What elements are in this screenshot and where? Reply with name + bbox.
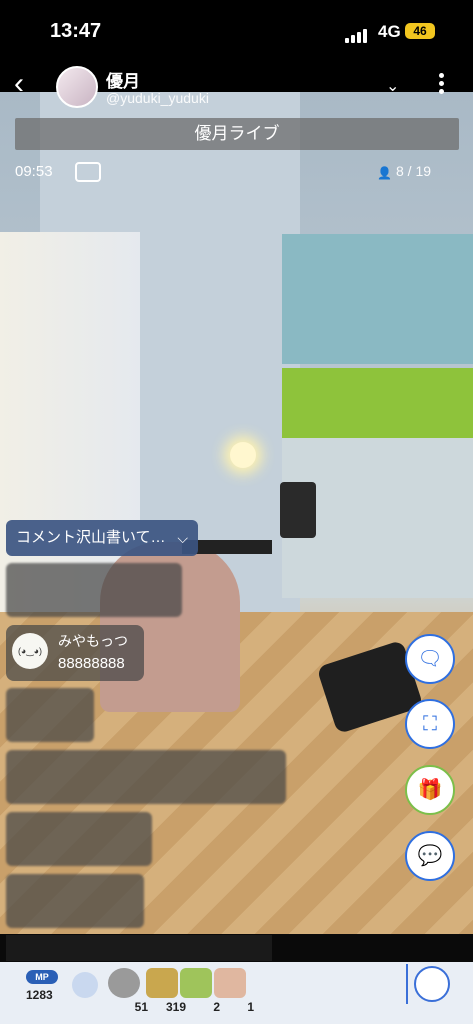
comment-text: 88888888 xyxy=(58,655,125,672)
stamp-button[interactable]: 🗨 xyxy=(405,634,455,684)
capture-icon: ⛶ xyxy=(423,713,437,735)
clock: 13:47 xyxy=(50,20,102,42)
comment-item: (◕‿◕) みやもっつ 88888888 xyxy=(6,625,144,681)
stream-header: ‹ 優月 @yuduki_yuduki ⌄ xyxy=(0,64,473,108)
elapsed-time: 09:53 xyxy=(15,163,53,180)
store-banner xyxy=(282,368,473,438)
chat-icon: 💬 xyxy=(417,845,443,867)
comment-blurred xyxy=(6,563,182,617)
stamp-icon: 🗨 xyxy=(417,648,443,670)
comment-blurred xyxy=(6,874,144,928)
chat-button[interactable]: 💬 xyxy=(405,831,455,881)
comment-blurred xyxy=(6,750,286,804)
live-video xyxy=(0,92,473,934)
viewer-icon: 👤 xyxy=(377,166,392,180)
speaker xyxy=(280,482,316,538)
chevron-down-icon[interactable]: ⌵ xyxy=(177,520,188,556)
mp-badge: MP xyxy=(26,970,58,984)
gift-bar: MP 1283 51 319 2 1 xyxy=(0,962,473,1024)
mp-count: 1283 xyxy=(26,988,53,1002)
back-icon[interactable]: ‹ xyxy=(14,69,44,100)
gift-icon: 🎁 xyxy=(417,779,443,801)
coin-icon[interactable] xyxy=(414,966,450,1002)
gift-item[interactable]: 1 xyxy=(210,968,254,1014)
comment-blurred xyxy=(6,812,152,866)
network-type: 4G xyxy=(378,22,401,41)
gift-count: 1 xyxy=(247,1000,254,1014)
chevron-down-icon[interactable]: ⌄ xyxy=(386,76,399,96)
comment-icon[interactable] xyxy=(75,162,101,182)
more-icon[interactable] xyxy=(436,70,446,97)
stage-light xyxy=(230,442,256,468)
avatar[interactable] xyxy=(56,66,98,108)
comment-blurred xyxy=(6,688,94,742)
comment-avatar: (◕‿◕) xyxy=(12,633,48,669)
comment-input[interactable] xyxy=(6,935,272,961)
comment-user: みやもっつ xyxy=(58,633,128,649)
smile-icon[interactable] xyxy=(72,972,98,998)
username: 優月 xyxy=(106,72,140,91)
store-directory-sign xyxy=(282,234,473,364)
comment-banner-text: コメント沢山書いて… xyxy=(16,529,166,546)
gift-button[interactable]: 🎁 xyxy=(405,765,455,815)
viewer-count: 8 / 19 xyxy=(396,163,432,179)
divider xyxy=(406,964,408,1004)
comment-banner[interactable]: コメント沢山書いて… ⌵ xyxy=(6,520,198,556)
user-id: @yuduki_yuduki xyxy=(106,90,209,106)
battery-indicator: 46 xyxy=(405,23,435,39)
status-bar: 13:47 4G 46 xyxy=(0,0,473,64)
stream-title: 優月ライブ xyxy=(15,118,459,150)
signal-icon xyxy=(345,25,369,43)
capture-button[interactable]: ⛶ xyxy=(405,699,455,749)
gift-item[interactable]: 51 xyxy=(104,968,148,1014)
